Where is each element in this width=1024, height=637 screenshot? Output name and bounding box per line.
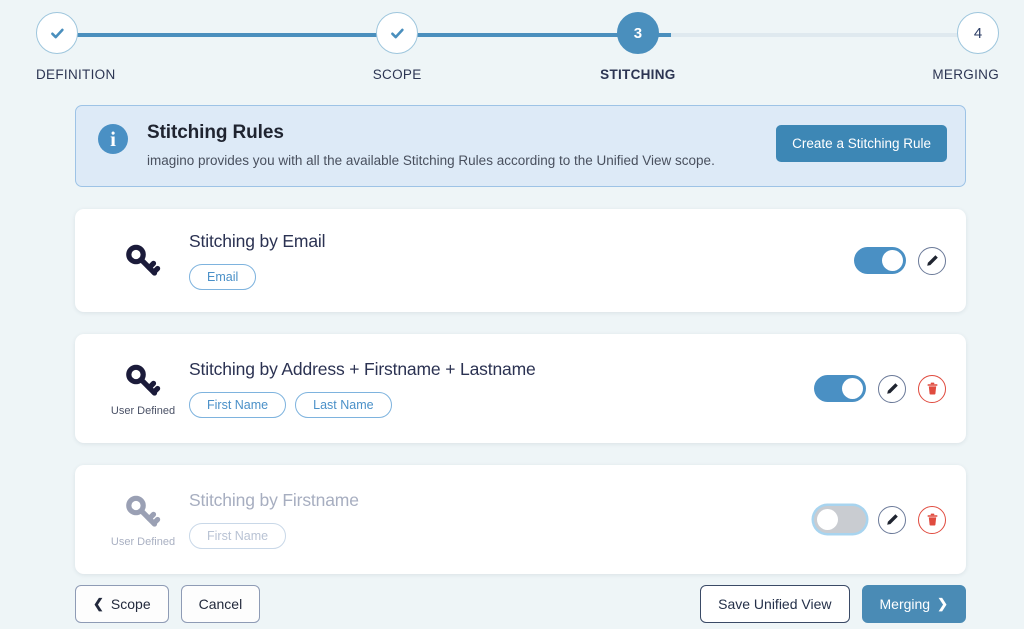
rule-enable-toggle[interactable] (814, 375, 866, 402)
rule-card-stitching-by-firstname[interactable]: User Defined Stitching by Firstname Firs… (75, 465, 966, 574)
back-to-scope-label: Scope (110, 596, 151, 612)
wizard-footer: ❮ Scope Cancel Save Unified View Merging… (75, 585, 966, 623)
chevron-left-icon: ❮ (93, 596, 104, 611)
step-definition[interactable]: DEFINITION (0, 12, 277, 82)
rule-chip: First Name (189, 392, 287, 418)
step-merging-bubble[interactable]: 4 (957, 12, 999, 54)
step-stitching-label: STITCHING (600, 67, 676, 82)
edit-rule-button[interactable] (878, 505, 906, 534)
rule-chip: Last Name (295, 392, 392, 418)
stitching-rules-list: Stitching by Email Email User Defined St… (75, 209, 966, 574)
key-icon (122, 491, 164, 533)
next-to-merging-button[interactable]: Merging ❯ (861, 585, 966, 623)
rule-controls (814, 505, 946, 534)
step-definition-bubble[interactable] (36, 12, 78, 54)
wizard-stepper: DEFINITION SCOPE 3 STITCHING 4 MERGING (0, 0, 1024, 92)
banner-text: Stitching Rules imagino provides you wit… (147, 122, 715, 168)
key-icon (122, 240, 164, 282)
step-merging-label: MERGING (932, 67, 999, 82)
rule-chips: Email (189, 264, 854, 290)
stepper-items: DEFINITION SCOPE 3 STITCHING 4 MERGING (0, 12, 1024, 82)
step-scope-bubble[interactable] (376, 12, 419, 54)
rule-chip: Email (189, 264, 257, 290)
trash-icon (925, 512, 940, 527)
cancel-button[interactable]: Cancel (180, 585, 261, 623)
pencil-icon (885, 381, 900, 396)
rule-chips: First Name Last Name (189, 392, 814, 418)
step-scope[interactable]: SCOPE (277, 12, 518, 82)
back-to-scope-button[interactable]: ❮ Scope (75, 585, 169, 623)
rule-chips: First Name (189, 523, 814, 549)
step-merging[interactable]: 4 MERGING (758, 12, 1024, 82)
rule-enable-toggle[interactable] (854, 247, 906, 274)
rule-card-stitching-by-address-firstname-lastname[interactable]: User Defined Stitching by Address + Firs… (75, 334, 966, 443)
rule-source-label: User Defined (110, 405, 176, 417)
rule-icon-column: User Defined (97, 491, 189, 548)
pencil-icon (885, 512, 900, 527)
check-icon (389, 25, 406, 42)
chevron-right-icon: ❯ (937, 596, 948, 611)
rule-controls (814, 374, 946, 403)
banner-subtitle: imagino provides you with all the availa… (147, 153, 715, 168)
next-to-merging-label: Merging (879, 596, 931, 612)
rule-source-label: User Defined (110, 536, 176, 548)
check-icon (49, 25, 66, 42)
step-scope-label: SCOPE (372, 67, 422, 82)
step-stitching[interactable]: 3 STITCHING (518, 12, 759, 82)
rule-title: Stitching by Firstname (189, 490, 359, 510)
rule-body: Stitching by Address + Firstname + Lastn… (189, 359, 814, 418)
rule-controls (854, 246, 946, 275)
step-stitching-bubble[interactable]: 3 (616, 12, 659, 54)
info-icon: i (98, 124, 128, 154)
edit-rule-button[interactable] (918, 246, 946, 275)
step-definition-label: DEFINITION (36, 67, 116, 82)
save-unified-view-button[interactable]: Save Unified View (700, 585, 850, 623)
footer-right-actions: Save Unified View Merging ❯ (700, 585, 966, 623)
toggle-knob (842, 378, 863, 399)
delete-rule-button[interactable] (918, 374, 946, 403)
trash-icon (925, 381, 940, 396)
toggle-knob (817, 509, 838, 530)
pencil-icon (925, 253, 940, 268)
rule-title: Stitching by Email (189, 231, 326, 251)
edit-rule-button[interactable] (878, 374, 906, 403)
rule-enable-toggle[interactable] (814, 506, 866, 533)
rule-icon-column: User Defined (97, 360, 189, 417)
rule-body: Stitching by Email Email (189, 231, 854, 290)
stitching-rules-banner: i Stitching Rules imagino provides you w… (75, 105, 966, 187)
toggle-knob (882, 250, 903, 271)
create-stitching-rule-button[interactable]: Create a Stitching Rule (776, 125, 947, 162)
key-icon (122, 360, 164, 402)
delete-rule-button[interactable] (918, 505, 946, 534)
rule-icon-column (97, 240, 189, 282)
rule-card-stitching-by-email[interactable]: Stitching by Email Email (75, 209, 966, 312)
banner-title: Stitching Rules (147, 122, 284, 143)
rule-title: Stitching by Address + Firstname + Lastn… (189, 359, 536, 379)
rule-chip: First Name (189, 523, 287, 549)
rule-body: Stitching by Firstname First Name (189, 490, 814, 549)
bottom-strip (0, 629, 1024, 637)
